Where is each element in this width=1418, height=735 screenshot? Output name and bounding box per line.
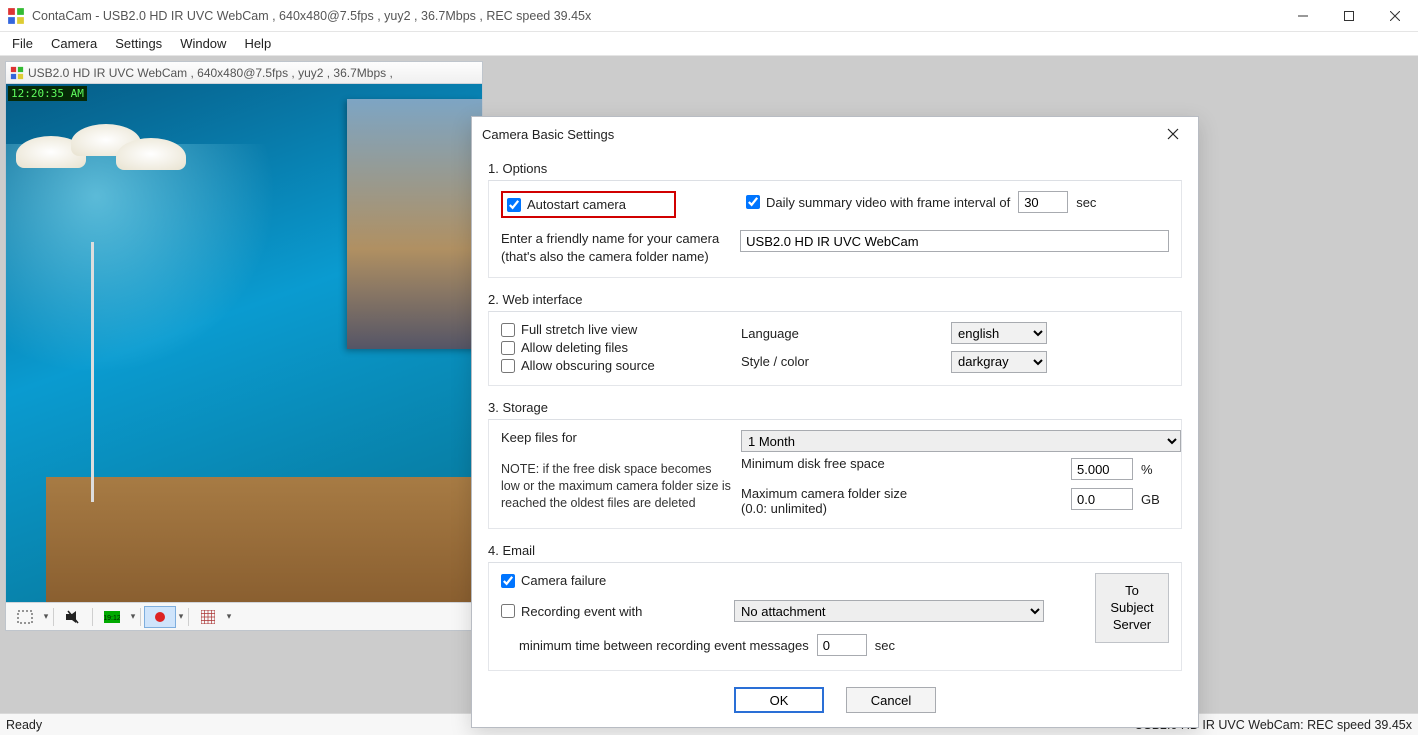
ok-button[interactable]: OK: [734, 687, 824, 713]
max-folder-label2: (0.0: unlimited): [741, 501, 1061, 516]
section-options: Autostart camera Daily summary video wit…: [488, 180, 1182, 278]
record-dropdown[interactable]: ▾: [177, 611, 185, 622]
daily-summary-checkbox[interactable]: Daily summary video with frame interval …: [746, 195, 1010, 210]
section-email: Camera failure Recording event with No a…: [488, 562, 1182, 671]
min-free-unit: %: [1141, 462, 1153, 477]
min-free-label: Minimum disk free space: [741, 456, 1061, 471]
camera-basic-settings-dialog: Camera Basic Settings 1. Options Autosta…: [471, 116, 1199, 728]
style-label: Style / color: [741, 354, 941, 369]
keep-files-select[interactable]: 1 Month: [741, 430, 1181, 452]
camera-live-view: 12:20:35 AM: [6, 84, 482, 602]
menu-help[interactable]: Help: [238, 34, 283, 53]
svg-text:19:12: 19:12: [104, 615, 120, 622]
app-icon: [7, 7, 25, 25]
overlay-timestamp: 12:20:35 AM: [8, 86, 87, 101]
attachment-select[interactable]: No attachment: [734, 600, 1044, 622]
record-button[interactable]: [144, 606, 176, 628]
camera-child-window: USB2.0 HD IR UVC WebCam , 640x480@7.5fps…: [5, 61, 483, 631]
to-subject-server-button[interactable]: To Subject Server: [1095, 573, 1169, 643]
min-free-input[interactable]: [1071, 458, 1133, 480]
autostart-camera-checkbox[interactable]: Autostart camera: [507, 197, 626, 212]
daily-interval-unit: sec: [1076, 195, 1096, 210]
menu-camera[interactable]: Camera: [45, 34, 109, 53]
capture-area-dropdown[interactable]: ▾: [42, 611, 50, 622]
timestamp-overlay-dropdown[interactable]: ▾: [129, 611, 137, 622]
child-window-title-bar: USB2.0 HD IR UVC WebCam , 640x480@7.5fps…: [6, 62, 482, 84]
close-button[interactable]: [1372, 0, 1418, 32]
section-email-head: 4. Email: [488, 543, 1182, 558]
window-title: ContaCam - USB2.0 HD IR UVC WebCam , 640…: [32, 9, 1280, 23]
keep-files-label: Keep files for: [501, 430, 731, 445]
camera-name-hint1: Enter a friendly name for your camera: [501, 230, 720, 248]
language-label: Language: [741, 326, 941, 341]
section-options-head: 1. Options: [488, 161, 1182, 176]
daily-interval-input[interactable]: [1018, 191, 1068, 213]
title-bar: ContaCam - USB2.0 HD IR UVC WebCam , 640…: [0, 0, 1418, 32]
cancel-button[interactable]: Cancel: [846, 687, 936, 713]
status-left: Ready: [6, 718, 42, 732]
section-web-head: 2. Web interface: [488, 292, 1182, 307]
menu-window[interactable]: Window: [174, 34, 238, 53]
min-time-input[interactable]: [817, 634, 867, 656]
recording-event-checkbox[interactable]: Recording event with: [501, 604, 726, 619]
min-time-label: minimum time between recording event mes…: [519, 638, 809, 653]
menu-file[interactable]: File: [6, 34, 45, 53]
camera-toolbar: ▾ 19:12 ▾ ▾ ▾: [6, 602, 482, 630]
minimize-button[interactable]: [1280, 0, 1326, 32]
max-folder-label1: Maximum camera folder size: [741, 486, 1061, 501]
maximize-button[interactable]: [1326, 0, 1372, 32]
capture-area-button[interactable]: [9, 606, 41, 628]
camera-icon: [10, 66, 24, 80]
section-storage-head: 3. Storage: [488, 400, 1182, 415]
autostart-highlight: Autostart camera: [501, 191, 676, 218]
workspace: USB2.0 HD IR UVC WebCam , 640x480@7.5fps…: [0, 56, 1418, 713]
max-folder-input[interactable]: [1071, 488, 1133, 510]
menu-settings[interactable]: Settings: [109, 34, 174, 53]
camera-name-input[interactable]: [740, 230, 1169, 252]
camera-failure-checkbox[interactable]: Camera failure: [501, 573, 1079, 588]
section-web: Language english Full stretch live view …: [488, 311, 1182, 386]
storage-note: NOTE: if the free disk space becomes low…: [501, 461, 731, 512]
timestamp-overlay-button[interactable]: 19:12: [96, 606, 128, 628]
min-time-unit: sec: [875, 638, 895, 653]
dialog-title: Camera Basic Settings: [482, 127, 1158, 142]
section-storage: Keep files for 1 Month Minimum disk free…: [488, 419, 1182, 529]
full-stretch-checkbox[interactable]: Full stretch live view: [501, 322, 731, 337]
max-folder-unit: GB: [1141, 492, 1160, 507]
mute-camera-button[interactable]: [57, 606, 89, 628]
child-window-title: USB2.0 HD IR UVC WebCam , 640x480@7.5fps…: [28, 66, 393, 80]
camera-name-hint2: (that's also the camera folder name): [501, 248, 720, 266]
language-select[interactable]: english: [951, 322, 1047, 344]
allow-delete-checkbox[interactable]: Allow deleting files: [501, 340, 731, 355]
allow-obscure-checkbox[interactable]: Allow obscuring source: [501, 358, 731, 373]
grid-dropdown[interactable]: ▾: [225, 611, 233, 622]
dialog-close-button[interactable]: [1158, 119, 1188, 149]
grid-button[interactable]: [192, 606, 224, 628]
menu-bar: File Camera Settings Window Help: [0, 32, 1418, 56]
style-select[interactable]: darkgray: [951, 351, 1047, 373]
